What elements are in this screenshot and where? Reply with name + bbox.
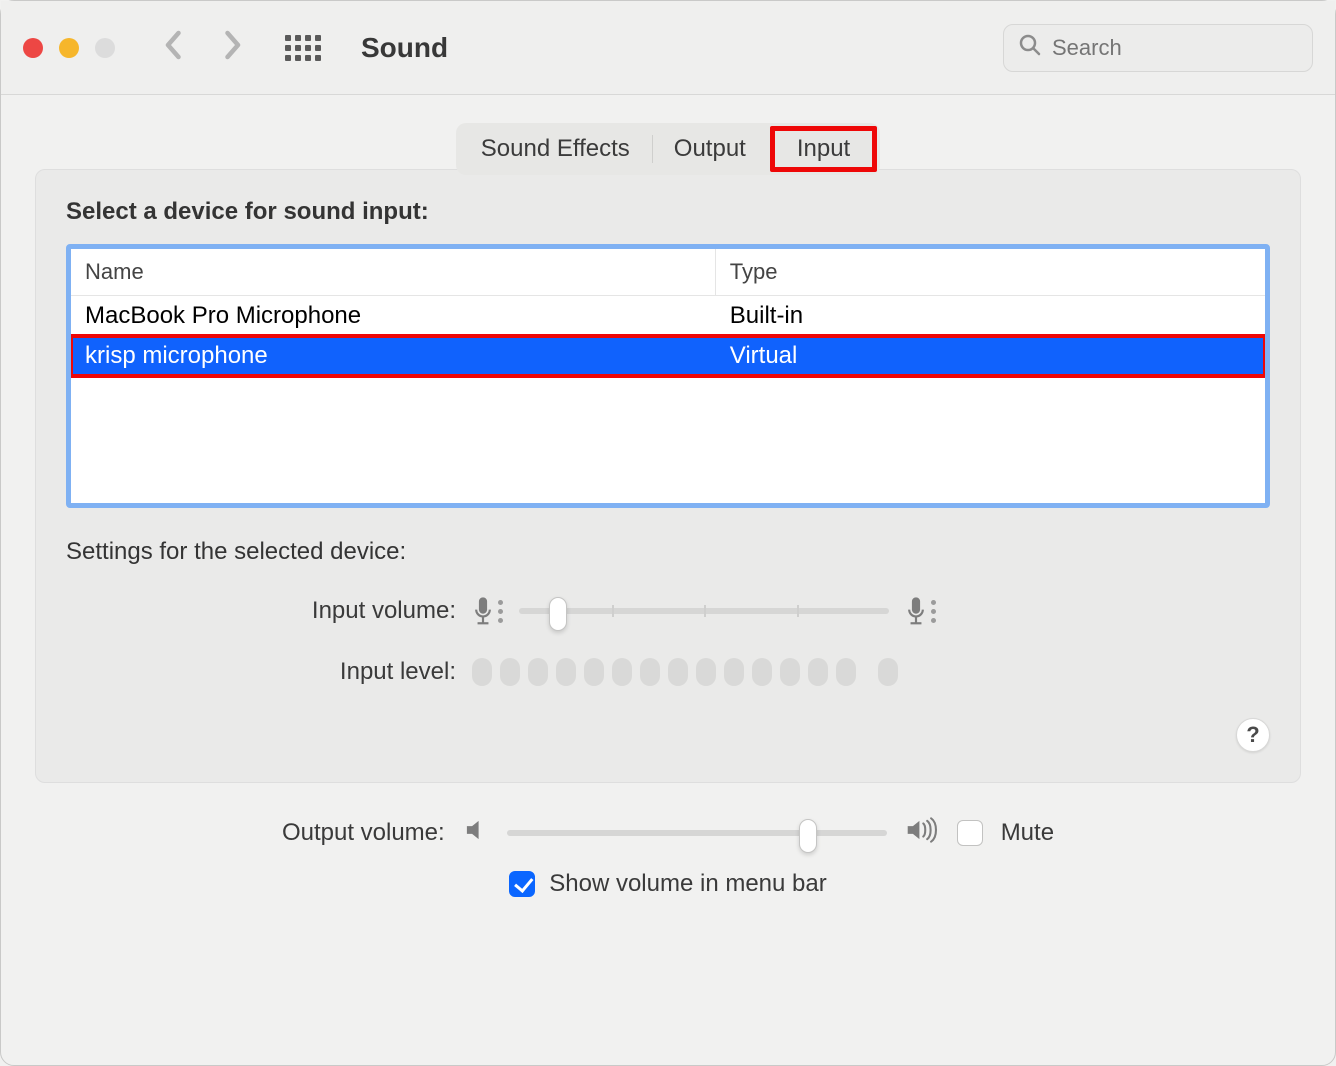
- tabs: Sound Effects Output Input: [35, 123, 1301, 175]
- device-name: krisp microphone: [71, 336, 716, 376]
- level-segment: [612, 658, 632, 686]
- window-controls: [23, 38, 115, 58]
- microphone-high-icon: [905, 596, 936, 626]
- mute-checkbox[interactable]: [957, 820, 983, 846]
- nav-arrows: [163, 30, 243, 65]
- output-volume-label: Output volume:: [282, 819, 445, 847]
- input-device-heading: Select a device for sound input:: [66, 198, 1270, 226]
- bottom-controls: Output volume: Mute Show volume in menu …: [1, 793, 1335, 898]
- level-segment: [836, 658, 856, 686]
- tab-input-highlight: Input: [770, 126, 877, 172]
- input-volume-slider[interactable]: [519, 601, 889, 621]
- show-volume-checkbox[interactable]: [509, 871, 535, 897]
- level-segment: [808, 658, 828, 686]
- search-field[interactable]: [1003, 24, 1313, 72]
- search-input[interactable]: [1052, 35, 1336, 61]
- table-body: MacBook Pro Microphone Built-in krisp mi…: [71, 296, 1265, 503]
- level-segment: [640, 658, 660, 686]
- back-button[interactable]: [163, 30, 185, 65]
- show-volume-label: Show volume in menu bar: [549, 870, 826, 898]
- input-level-row: Input level:: [66, 658, 1270, 686]
- device-name: MacBook Pro Microphone: [71, 296, 716, 336]
- level-segment: [696, 658, 716, 686]
- microphone-low-icon: [472, 596, 503, 626]
- column-name[interactable]: Name: [71, 249, 716, 295]
- output-volume-slider[interactable]: [507, 823, 887, 843]
- show-all-button[interactable]: [285, 35, 321, 61]
- level-segment: [724, 658, 744, 686]
- search-icon: [1018, 33, 1042, 62]
- column-type[interactable]: Type: [716, 249, 1265, 295]
- input-volume-row: Input volume:: [66, 596, 1270, 626]
- input-volume-label: Input volume:: [66, 597, 456, 625]
- tab-input[interactable]: Input: [777, 133, 870, 165]
- tab-sound-effects[interactable]: Sound Effects: [459, 129, 652, 169]
- close-window-button[interactable]: [23, 38, 43, 58]
- device-settings: Settings for the selected device: Input …: [66, 538, 1270, 752]
- input-panel: Select a device for sound input: Name Ty…: [35, 169, 1301, 783]
- speaker-mute-icon: [463, 817, 489, 848]
- level-segment: [528, 658, 548, 686]
- speaker-loud-icon: [905, 817, 939, 848]
- tab-output[interactable]: Output: [652, 129, 768, 169]
- device-type: Virtual: [716, 336, 1265, 376]
- content: Sound Effects Output Input Select a devi…: [1, 95, 1335, 793]
- page-title: Sound: [361, 32, 448, 64]
- help-button[interactable]: ?: [1236, 718, 1270, 752]
- level-segment: [556, 658, 576, 686]
- level-segment: [752, 658, 772, 686]
- forward-button[interactable]: [221, 30, 243, 65]
- output-volume-row: Output volume: Mute: [282, 817, 1054, 848]
- chevron-left-icon: [163, 30, 185, 60]
- level-segment: [668, 658, 688, 686]
- table-row[interactable]: krisp microphone Virtual: [71, 336, 1265, 376]
- show-volume-menubar-row: Show volume in menu bar: [509, 870, 826, 898]
- device-type: Built-in: [716, 296, 1265, 336]
- mute-label: Mute: [1001, 819, 1054, 847]
- level-segment: [878, 658, 898, 686]
- device-table[interactable]: Name Type MacBook Pro Microphone Built-i…: [66, 244, 1270, 508]
- level-segment: [584, 658, 604, 686]
- level-segment: [472, 658, 492, 686]
- help-icon: ?: [1246, 722, 1259, 748]
- zoom-window-button[interactable]: [95, 38, 115, 58]
- toolbar: Sound: [1, 1, 1335, 95]
- input-level-label: Input level:: [66, 658, 456, 686]
- table-header: Name Type: [71, 249, 1265, 296]
- level-segment: [780, 658, 800, 686]
- level-segment: [500, 658, 520, 686]
- input-level-meter: [472, 658, 898, 686]
- table-row[interactable]: MacBook Pro Microphone Built-in: [71, 296, 1265, 336]
- chevron-right-icon: [221, 30, 243, 60]
- settings-heading: Settings for the selected device:: [66, 538, 1270, 566]
- minimize-window-button[interactable]: [59, 38, 79, 58]
